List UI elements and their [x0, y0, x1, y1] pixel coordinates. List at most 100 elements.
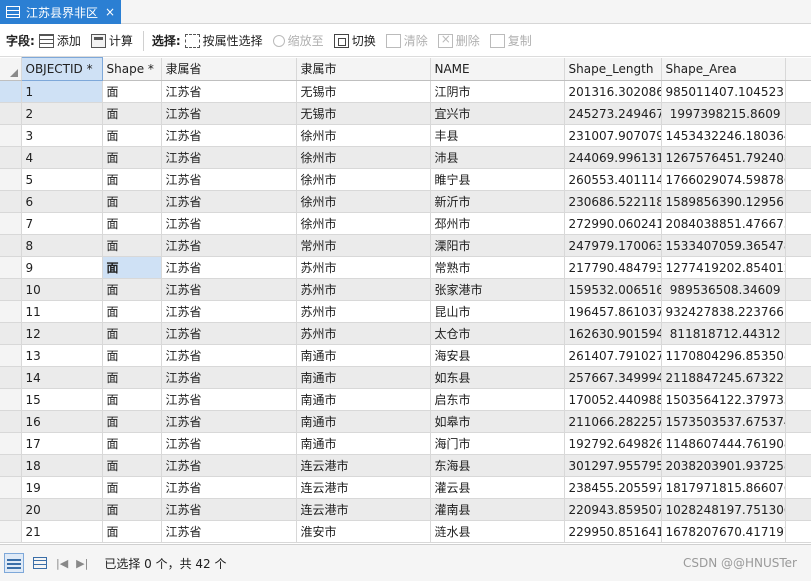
- cell-province[interactable]: 江苏省: [161, 212, 297, 235]
- row-selector[interactable]: [0, 256, 22, 279]
- cell-shape-area[interactable]: 2118847245.67322: [661, 366, 786, 389]
- cell-shape-length[interactable]: 272990.060241: [564, 212, 662, 235]
- cell-province[interactable]: 江苏省: [161, 168, 297, 191]
- cell-city[interactable]: 徐州市: [296, 212, 431, 235]
- cell-shape-length[interactable]: 217790.484793: [564, 256, 662, 279]
- cell-shape[interactable]: 面: [102, 344, 162, 367]
- cell-shape[interactable]: 面: [102, 454, 162, 477]
- last-record-icon[interactable]: ▶|: [76, 557, 88, 570]
- cell-objectid[interactable]: 19: [21, 476, 103, 499]
- cell-province[interactable]: 江苏省: [161, 322, 297, 345]
- cell-province[interactable]: 江苏省: [161, 300, 297, 323]
- close-icon[interactable]: ×: [105, 6, 115, 18]
- column-header-city[interactable]: 隶属市: [296, 57, 431, 81]
- show-all-records-button[interactable]: [4, 553, 24, 573]
- row-selector[interactable]: [0, 388, 22, 411]
- cell-city[interactable]: 无锡市: [296, 80, 431, 103]
- add-field-button[interactable]: 添加: [38, 32, 81, 49]
- cell-objectid[interactable]: 2: [21, 102, 103, 125]
- cell-province[interactable]: 江苏省: [161, 432, 297, 455]
- cell-city[interactable]: 徐州市: [296, 146, 431, 169]
- cell-shape[interactable]: 面: [102, 322, 162, 345]
- table-row[interactable]: 17 面江苏省 南通市 海门市 192792.649826 1148607444.7619…: [0, 432, 811, 455]
- cell-shape-length[interactable]: 257667.349994: [564, 366, 662, 389]
- cell-objectid[interactable]: 12: [21, 322, 103, 345]
- row-selector[interactable]: [0, 454, 22, 477]
- cell-name[interactable]: 涟水县: [430, 520, 565, 543]
- table-row[interactable]: 12 面江苏省 苏州市 太仓市 162630.901594 811818712.44312: [0, 322, 811, 345]
- cell-shape-length[interactable]: 301297.955795: [564, 454, 662, 477]
- table-row[interactable]: 21 面江苏省 淮安市 涟水县 229950.851641 1678207670.4171…: [0, 520, 811, 543]
- zoom-to-button[interactable]: 缩放至: [272, 32, 324, 49]
- cell-shape-length[interactable]: 220943.859507: [564, 498, 662, 521]
- row-selector[interactable]: [0, 168, 22, 191]
- cell-shape-area[interactable]: 985011407.104523: [661, 80, 786, 103]
- cell-province[interactable]: 江苏省: [161, 146, 297, 169]
- cell-province[interactable]: 江苏省: [161, 234, 297, 257]
- cell-shape-length[interactable]: 247979.170063: [564, 234, 662, 257]
- cell-city[interactable]: 南通市: [296, 388, 431, 411]
- row-selector[interactable]: [0, 146, 22, 169]
- select-all-corner[interactable]: [0, 57, 22, 81]
- table-row[interactable]: 1 面江苏省 无锡市 江阴市 201316.302086 985011407.104523: [0, 80, 811, 103]
- cell-shape-area[interactable]: 1170804296.853508: [661, 344, 786, 367]
- cell-name[interactable]: 如东县: [430, 366, 565, 389]
- first-record-icon[interactable]: |◀: [56, 557, 68, 570]
- cell-shape-area[interactable]: 811818712.44312: [661, 322, 786, 345]
- cell-province[interactable]: 江苏省: [161, 520, 297, 543]
- cell-objectid[interactable]: 15: [21, 388, 103, 411]
- calculate-field-button[interactable]: 计算: [90, 32, 133, 49]
- cell-name[interactable]: 沛县: [430, 146, 565, 169]
- row-selector[interactable]: [0, 344, 22, 367]
- cell-province[interactable]: 江苏省: [161, 476, 297, 499]
- cell-province[interactable]: 江苏省: [161, 124, 297, 147]
- cell-shape-length[interactable]: 229950.851641: [564, 520, 662, 543]
- cell-shape-area[interactable]: 1817971815.866076: [661, 476, 786, 499]
- table-row[interactable]: 7 面江苏省 徐州市 邳州市 272990.060241 2084038851.47667…: [0, 212, 811, 235]
- cell-shape-area[interactable]: 1267576451.792408: [661, 146, 786, 169]
- cell-city[interactable]: 南通市: [296, 344, 431, 367]
- row-selector[interactable]: [0, 300, 22, 323]
- table-row[interactable]: 19 面江苏省 连云港市 灌云县 238455.205597 1817971815.866…: [0, 476, 811, 499]
- cell-city[interactable]: 南通市: [296, 410, 431, 433]
- cell-shape[interactable]: 面: [102, 234, 162, 257]
- cell-shape-area[interactable]: 1453432246.180364: [661, 124, 786, 147]
- cell-city[interactable]: 苏州市: [296, 322, 431, 345]
- switch-selection-button[interactable]: 切换: [333, 32, 376, 49]
- table-row[interactable]: 15 面江苏省 南通市 启东市 170052.440988 1503564122.3797…: [0, 388, 811, 411]
- cell-city[interactable]: 南通市: [296, 366, 431, 389]
- cell-shape-area[interactable]: 1766029074.598786: [661, 168, 786, 191]
- cell-shape-area[interactable]: 1148607444.761908: [661, 432, 786, 455]
- row-selector[interactable]: [0, 366, 22, 389]
- cell-shape[interactable]: 面: [102, 190, 162, 213]
- cell-name[interactable]: 宜兴市: [430, 102, 565, 125]
- cell-province[interactable]: 江苏省: [161, 388, 297, 411]
- cell-objectid[interactable]: 3: [21, 124, 103, 147]
- cell-province[interactable]: 江苏省: [161, 256, 297, 279]
- cell-shape-length[interactable]: 162630.901594: [564, 322, 662, 345]
- cell-name[interactable]: 张家港市: [430, 278, 565, 301]
- attribute-table[interactable]: OBJECTID * Shape * 隶属省 隶属市 NAME Shape_Le…: [0, 57, 811, 544]
- cell-objectid[interactable]: 11: [21, 300, 103, 323]
- table-row[interactable]: 2 面江苏省 无锡市 宜兴市 245273.249467 1997398215.8609: [0, 102, 811, 125]
- cell-shape[interactable]: 面: [102, 300, 162, 323]
- cell-objectid[interactable]: 10: [21, 278, 103, 301]
- row-selector[interactable]: [0, 102, 22, 125]
- cell-shape-area[interactable]: 1573503537.675374: [661, 410, 786, 433]
- cell-shape-area[interactable]: 989536508.34609: [661, 278, 786, 301]
- cell-shape-area[interactable]: 2038203901.937258: [661, 454, 786, 477]
- cell-city[interactable]: 连云港市: [296, 454, 431, 477]
- cell-shape[interactable]: 面: [102, 168, 162, 191]
- cell-name[interactable]: 灌云县: [430, 476, 565, 499]
- row-selector[interactable]: [0, 278, 22, 301]
- column-header-shape-length[interactable]: Shape_Length: [564, 57, 662, 81]
- cell-shape-area[interactable]: 1028248197.751306: [661, 498, 786, 521]
- cell-shape[interactable]: 面: [102, 212, 162, 235]
- cell-city[interactable]: 徐州市: [296, 124, 431, 147]
- cell-province[interactable]: 江苏省: [161, 190, 297, 213]
- cell-objectid[interactable]: 5: [21, 168, 103, 191]
- table-row[interactable]: 4 面江苏省 徐州市 沛县 244069.996131 1267576451.792408: [0, 146, 811, 169]
- row-selector[interactable]: [0, 498, 22, 521]
- cell-province[interactable]: 江苏省: [161, 344, 297, 367]
- cell-province[interactable]: 江苏省: [161, 102, 297, 125]
